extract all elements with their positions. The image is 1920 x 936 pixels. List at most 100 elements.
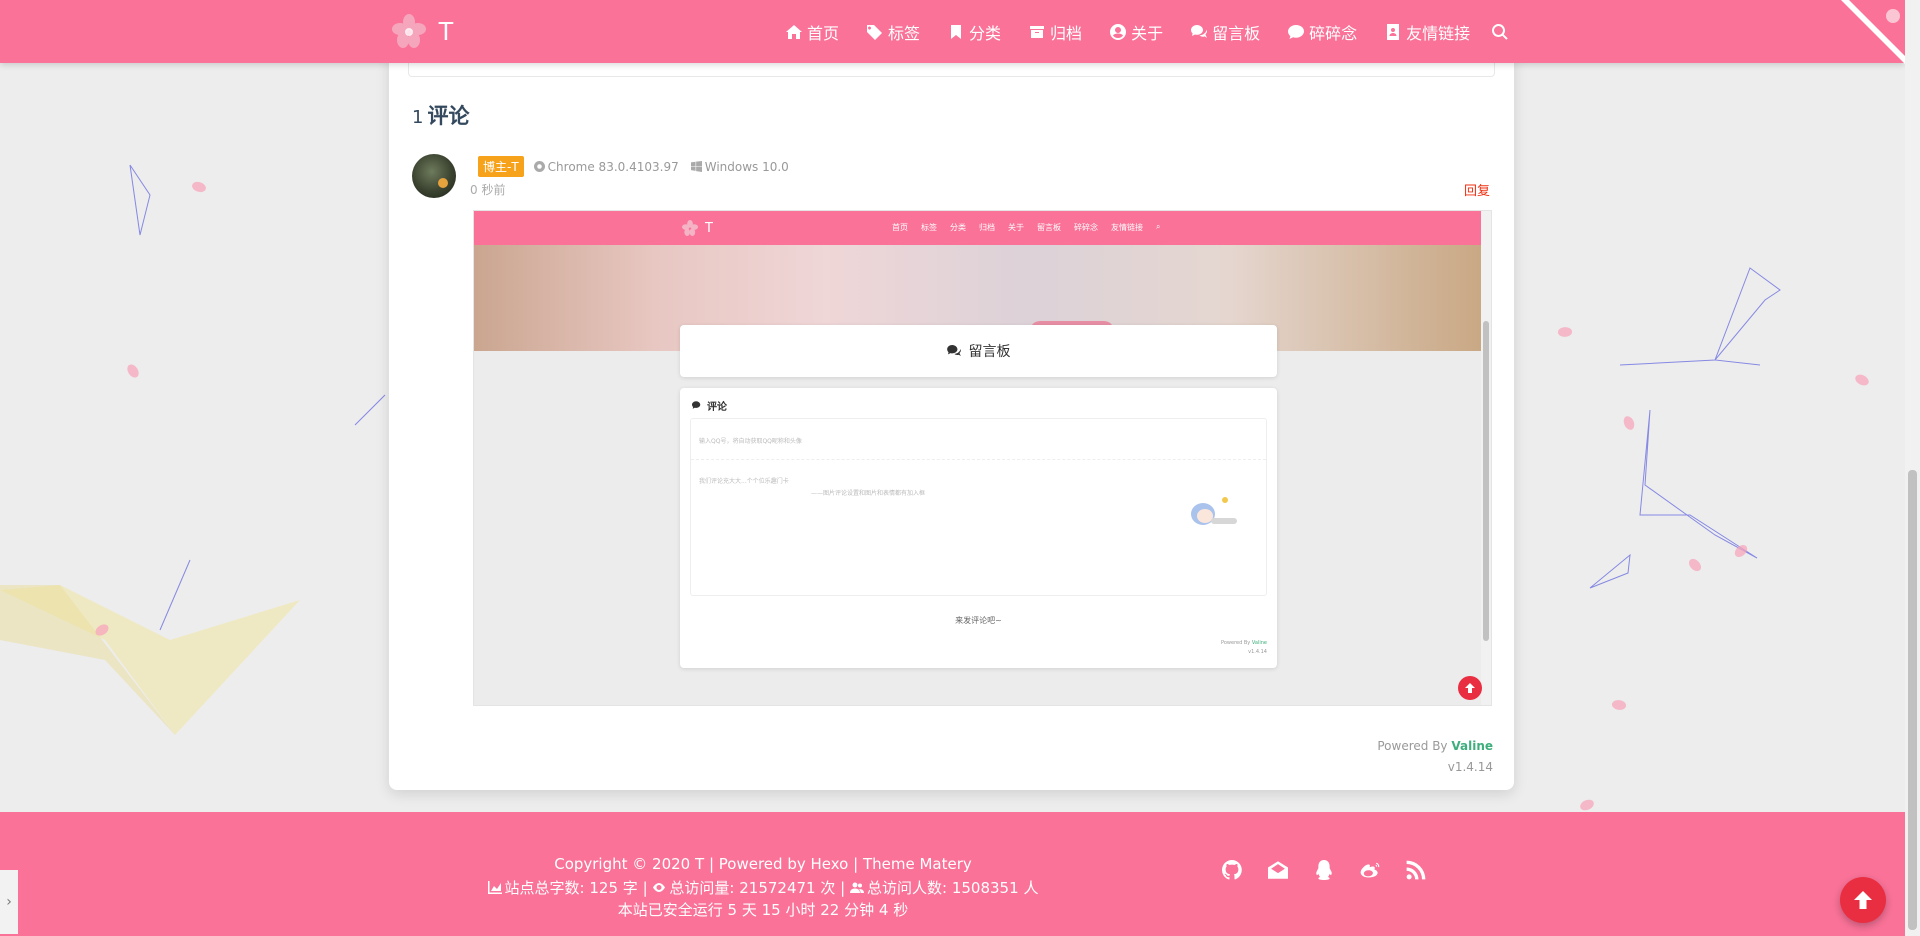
tags-icon [867, 24, 883, 40]
nav-tags[interactable]: 标签 [867, 20, 920, 44]
petal [125, 362, 141, 380]
matery-link[interactable]: Matery [919, 855, 971, 873]
embedded-nav-item: 标签 [921, 223, 937, 232]
comment-count-label: 评论 [427, 104, 470, 128]
copyright-prefix: Copyright © 2020 [554, 855, 691, 873]
petal [1557, 325, 1573, 339]
nav-home[interactable]: 首页 [786, 20, 839, 44]
embedded-nav-item: 友情链接 [1111, 223, 1143, 232]
email-icon [1268, 861, 1288, 879]
embedded-nav-item: 归档 [979, 223, 995, 232]
embedded-nav: 首页 标签 分类 归档 关于 留言板 碎碎念 友情链接 ⌕ [892, 222, 1173, 233]
comments-card: 1 评论 博主-T Chrome 83.0.4103.97 Windows 10.… [389, 52, 1514, 790]
petal [93, 622, 111, 638]
nav-categories[interactable]: 分类 [948, 20, 1001, 44]
search-button[interactable] [1492, 23, 1513, 40]
embedded-nav-item: 分类 [950, 223, 966, 232]
nav-label: 首页 [807, 23, 840, 43]
comments-icon [946, 345, 961, 357]
sakura-icon [392, 14, 426, 48]
embedded-nav-item: 留言板 [1037, 223, 1061, 232]
sidebar-toggle[interactable]: › [0, 870, 18, 934]
petal [190, 179, 208, 195]
pv-count: 21572471 [739, 879, 816, 897]
embedded-divider [691, 459, 1266, 460]
nav-about[interactable]: 关于 [1110, 20, 1163, 44]
embedded-brand: T [682, 220, 713, 236]
embedded-search-icon: ⌕ [1156, 222, 1161, 231]
embedded-editor: 输入QQ号，将自动获取QQ昵称和头像 我们评论充大大...个个位乐趣门卡 ——图… [690, 418, 1267, 596]
weibo-icon [1360, 862, 1380, 878]
comment-image[interactable]: T 首页 标签 分类 归档 关于 留言板 碎碎念 友情链接 ⌕ 留言板 评论 输… [473, 210, 1492, 706]
uv-count: 1508351 [951, 879, 1019, 897]
embedded-nav-item: 碎碎念 [1074, 223, 1098, 232]
embedded-version: v1.4.14 [1248, 649, 1267, 655]
embedded-progress-bar [474, 705, 1114, 706]
nav-guestbook[interactable]: 留言板 [1191, 20, 1260, 44]
embedded-back-to-top [1458, 676, 1482, 700]
nav-friends[interactable]: 友情链接 [1385, 20, 1470, 44]
uv-label: 总访问人数: [867, 879, 948, 897]
embedded-hint: ——图片评论设置和图片和表情都有加入框 [811, 490, 926, 497]
nav-label: 碎碎念 [1309, 23, 1358, 43]
page-scrollbar[interactable] [1905, 0, 1920, 936]
brand-name: T [438, 15, 454, 46]
arrow-up-icon [1854, 891, 1872, 909]
embedded-comment-label: 评论 [707, 402, 727, 413]
embedded-comment-panel: 评论 输入QQ号，将自动获取QQ昵称和头像 我们评论充大大...个个位乐趣门卡 … [680, 388, 1277, 668]
petal [1732, 543, 1750, 559]
rss-link[interactable] [1402, 856, 1430, 884]
qq-icon [1316, 860, 1332, 880]
os-info: Windows 10.0 [690, 160, 789, 174]
embedded-nav-item: 关于 [1008, 223, 1024, 232]
valine-link[interactable]: Valine [1451, 739, 1493, 753]
email-link[interactable] [1264, 856, 1292, 884]
page-scroll-thumb[interactable] [1908, 470, 1917, 930]
github-corner-icon[interactable] [1841, 0, 1905, 64]
words-count: 125 [589, 879, 619, 897]
embedded-powered-prefix: Powered By [1221, 640, 1251, 646]
github-icon [1222, 860, 1242, 880]
powered-prefix: Powered By [1377, 739, 1448, 753]
nav-label: 友情链接 [1406, 23, 1471, 43]
comment-count: 1 [412, 107, 424, 128]
eye-icon [653, 883, 666, 892]
pv-label: 总访问量: [669, 879, 735, 897]
nav-label: 分类 [969, 23, 1002, 43]
area-chart-icon [487, 881, 502, 894]
brand[interactable]: T [392, 14, 454, 48]
archive-icon [1030, 25, 1045, 38]
petal [1853, 371, 1871, 389]
comment-meta: 博主-T Chrome 83.0.4103.97 Windows 10.0 [478, 156, 801, 177]
avatar[interactable] [412, 154, 456, 198]
qq-link[interactable] [1310, 856, 1338, 884]
words-unit: 字 [622, 879, 638, 897]
github-link[interactable] [1218, 856, 1246, 884]
user-circle-icon [1110, 23, 1127, 40]
hexo-link[interactable]: Hexo [811, 855, 849, 873]
embedded-powered-name: Valine [1251, 640, 1267, 646]
nav-label: 留言板 [1212, 23, 1261, 43]
weibo-link[interactable] [1356, 856, 1384, 884]
reply-link[interactable]: 回复 [1464, 180, 1490, 199]
footer-site-link[interactable]: T [695, 855, 704, 873]
site-header: T 首页 标签 分类 归档 关于 留言板 碎碎念 友情链接 [0, 0, 1905, 64]
uv-unit: 人 [1023, 879, 1039, 897]
chevron-right-icon: › [6, 894, 12, 910]
powered-by-label: Powered by [718, 855, 806, 873]
chrome-icon [533, 161, 545, 172]
embedded-nav-item: 首页 [892, 223, 908, 232]
embedded-text-placeholder: 我们评论充大大...个个位乐趣门卡 [699, 478, 789, 485]
chibi-illustration-icon [1191, 497, 1237, 525]
site-footer: Copyright © 2020 T | Powered by Hexo | T… [0, 812, 1905, 936]
search-icon [1492, 23, 1508, 40]
nav-archive[interactable]: 归档 [1029, 20, 1082, 44]
petal [1610, 697, 1628, 713]
users-icon [850, 882, 864, 893]
theme-label: Theme [862, 855, 915, 873]
nav-label: 标签 [888, 23, 921, 43]
back-to-top-button[interactable] [1840, 877, 1886, 923]
embedded-board-title: 留言板 [968, 344, 1011, 360]
nav-label: 归档 [1050, 23, 1083, 43]
nav-murmur[interactable]: 碎碎念 [1288, 20, 1357, 44]
